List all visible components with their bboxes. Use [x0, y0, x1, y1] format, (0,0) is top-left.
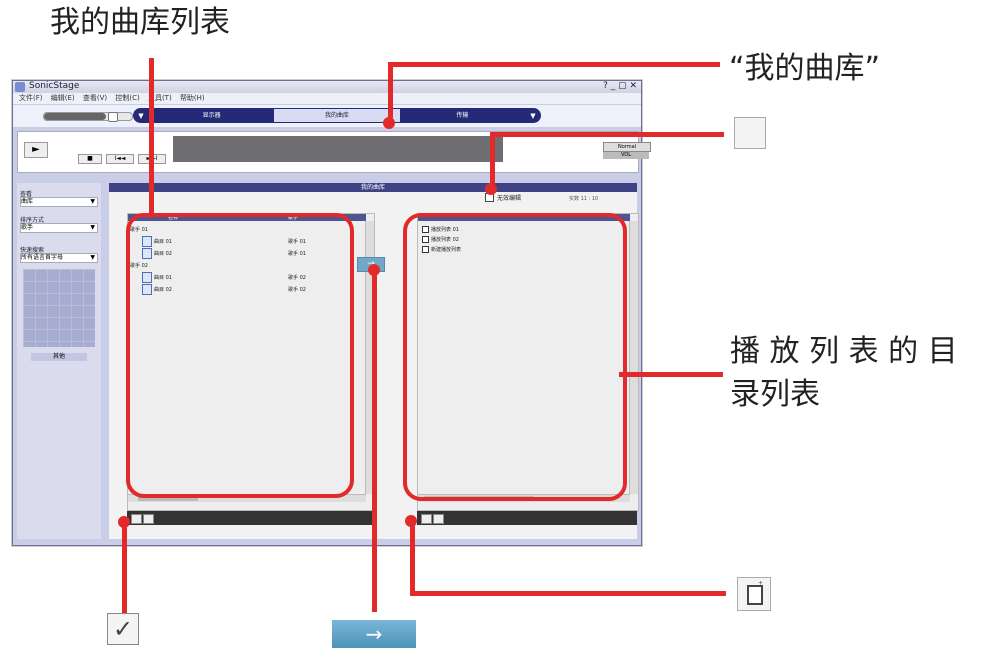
menu-control[interactable]: 控制(C) — [115, 94, 139, 102]
chevron-down-icon: ▼ — [90, 254, 95, 261]
tab-player[interactable]: 显示器 — [149, 109, 274, 122]
callout-line — [372, 268, 377, 612]
sort-select-value: 歌手 — [21, 224, 34, 231]
callout-dot — [405, 515, 417, 527]
arrow-right-icon: → — [332, 620, 416, 648]
volume-slider[interactable] — [43, 112, 133, 122]
highlight-playlist-list — [403, 213, 627, 501]
new-document-icon: ⁺ — [737, 577, 771, 611]
menu-bar: 文件(F) 编辑(E) 查看(V) 控制(C) 工具(T) 帮助(H) — [13, 93, 641, 104]
menu-file[interactable]: 文件(F) — [19, 94, 43, 102]
callout-line — [388, 62, 393, 118]
tab-my-library[interactable]: 我的曲库 — [274, 109, 400, 122]
play-button[interactable]: ► — [24, 142, 48, 158]
window-title: SonicStage — [29, 81, 80, 91]
check-all-button[interactable] — [131, 514, 142, 524]
view-select-value: 曲库 — [21, 198, 34, 205]
callout-line — [410, 519, 415, 593]
quick-search-select[interactable]: 所有语言首字母 ▼ — [20, 253, 98, 263]
new-playlist-button[interactable] — [421, 514, 432, 524]
mode-right-arrow-icon[interactable]: ▼ — [525, 112, 541, 120]
menu-view[interactable]: 查看(V) — [83, 94, 107, 102]
callout-line — [390, 62, 720, 67]
view-select[interactable]: 曲库 ▼ — [20, 197, 98, 207]
sidebar: 查看 曲库 ▼ 排序方式 歌手 ▼ 快速搜索 所有语言首字母 ▼ 其他 — [17, 183, 101, 539]
callout-my-library-list: 我的曲库列表 — [50, 5, 230, 40]
callout-dot — [118, 516, 130, 528]
invalid-edit-label: 无效编辑 — [497, 195, 522, 202]
sort-select[interactable]: 歌手 ▼ — [20, 223, 98, 233]
tab-transfer[interactable]: 传输 — [400, 109, 525, 122]
callout-dot — [485, 183, 497, 195]
menu-edit[interactable]: 编辑(E) — [51, 94, 75, 102]
window-controls-icon[interactable]: ? _ ▢ ✕ — [603, 81, 637, 91]
empty-checkbox-icon — [734, 117, 766, 149]
menu-help[interactable]: 帮助(H) — [180, 94, 205, 102]
library-bottom-bar — [127, 511, 375, 525]
quick-search-value: 所有语言首字母 — [21, 254, 64, 261]
callout-dot — [383, 117, 395, 129]
mode-bar: ▼ 显示器 我的曲库 传输 ▼ — [13, 105, 641, 127]
callout-line — [410, 591, 726, 596]
callout-line — [122, 521, 127, 613]
previous-button[interactable]: I◄◄ — [106, 154, 134, 164]
stop-button[interactable]: ■ — [78, 154, 102, 164]
callout-line — [490, 132, 495, 184]
grid-other-button[interactable]: 其他 — [31, 353, 87, 361]
playlist-second-button[interactable] — [433, 514, 444, 524]
mode-left-arrow-icon[interactable]: ▼ — [133, 112, 149, 120]
callout-my-library-tab: “我的曲库” — [729, 51, 881, 86]
callout-line — [149, 58, 154, 218]
callout-line — [492, 132, 724, 137]
callout-playlist-directory-line2: 录列表 — [730, 377, 820, 412]
letter-grid[interactable] — [23, 269, 95, 347]
callout-line — [619, 372, 723, 377]
count-readout: 实数 11 : 10 — [569, 196, 599, 202]
player-area: ► ■ I◄◄ ►►I Normal VOL — [17, 131, 651, 173]
playlist-vertical-scrollbar[interactable] — [629, 221, 638, 494]
display-panel: Normal VOL — [173, 136, 651, 162]
new-spark: ⁺ — [758, 580, 764, 591]
play-mode-select[interactable]: Normal — [603, 142, 651, 152]
callout-dot — [368, 264, 380, 276]
callout-playlist-directory-line1: 播 放 列 表 的 目 — [730, 334, 958, 369]
mode-switcher: ▼ 显示器 我的曲库 传输 ▼ — [133, 108, 541, 123]
title-bar: SonicStage ? _ ▢ ✕ — [13, 81, 641, 93]
content-title: 我的曲库 — [109, 183, 637, 192]
chevron-down-icon: ▼ — [90, 198, 95, 205]
highlight-library-list — [126, 213, 354, 498]
chevron-down-icon: ▼ — [90, 224, 95, 231]
volume-label: VOL — [603, 152, 649, 159]
app-icon — [15, 82, 25, 92]
library-second-button[interactable] — [143, 514, 154, 524]
volume-knob[interactable] — [108, 112, 118, 122]
playlist-bottom-bar — [417, 511, 637, 525]
checkbox-checked-icon: ✓ — [107, 613, 139, 645]
volume-fill — [44, 113, 106, 120]
